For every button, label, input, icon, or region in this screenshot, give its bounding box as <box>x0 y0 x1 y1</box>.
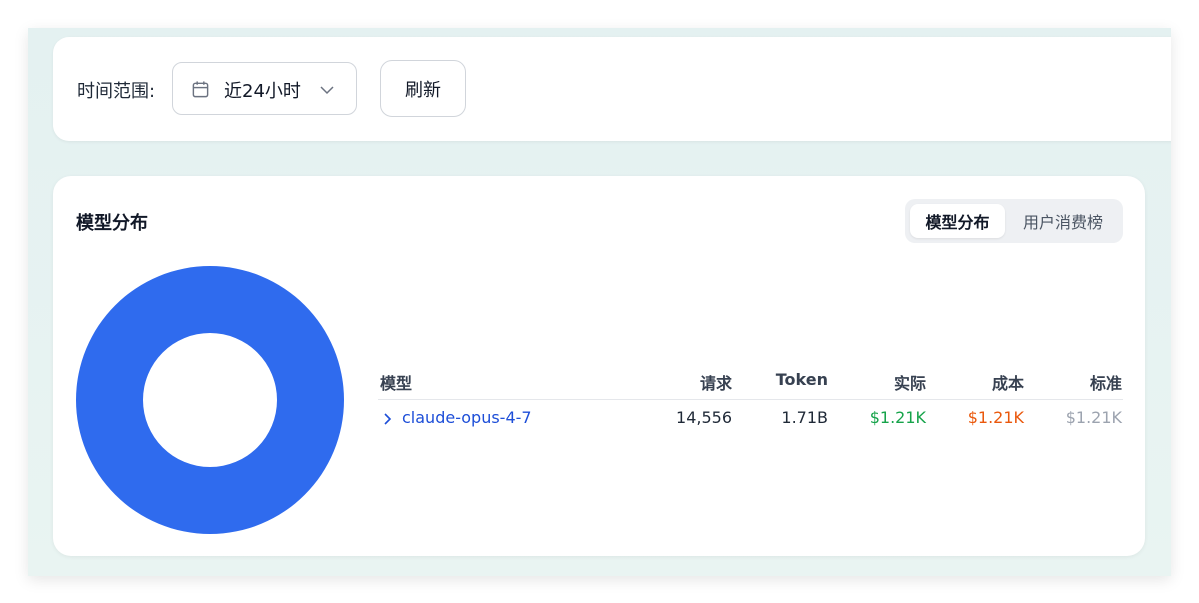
cell-standard: $1.21K <box>1065 408 1122 427</box>
chevron-down-icon <box>320 86 334 95</box>
panel-title: 模型分布 <box>76 213 148 234</box>
header-cost: 成本 <box>991 374 1024 393</box>
tab-model-distribution[interactable]: 模型分布 <box>910 204 1005 238</box>
header-standard: 标准 <box>1089 374 1122 393</box>
view-switcher: 模型分布 用户消费榜 <box>905 199 1123 243</box>
cell-requests: 14,556 <box>676 408 732 427</box>
model-table: 模型 请求 Token 实际 成本 标准 claude-opus-4-7 14,… <box>378 362 1123 438</box>
cell-actual: $1.21K <box>869 408 926 427</box>
model-name-link[interactable]: claude-opus-4-7 <box>402 408 532 427</box>
time-range-label: 时间范围: <box>77 81 156 102</box>
app-background: 时间范围: 近24小时 刷新 模型分布 模型分布 用户消费榜 模型 请求 Tok… <box>28 28 1171 576</box>
header-actual: 实际 <box>893 374 926 393</box>
model-donut-chart <box>76 266 344 534</box>
table-row[interactable]: claude-opus-4-7 14,556 1.71B $1.21K $1.2… <box>378 400 1123 438</box>
time-range-value: 近24小时 <box>224 81 301 102</box>
header-token: Token <box>775 370 828 389</box>
header-model: 模型 <box>380 374 413 393</box>
refresh-button[interactable]: 刷新 <box>380 60 466 117</box>
cell-token: 1.71B <box>781 408 828 427</box>
chevron-right-icon[interactable] <box>382 412 394 426</box>
model-distribution-panel: 模型分布 模型分布 用户消费榜 模型 请求 Token 实际 成本 标准 cla… <box>53 176 1145 556</box>
tab-user-spending[interactable]: 用户消费榜 <box>1009 204 1117 238</box>
cell-cost: $1.21K <box>967 408 1024 427</box>
donut-slice-claude-opus-4-7[interactable] <box>76 266 344 534</box>
header-requests: 请求 <box>699 374 732 393</box>
table-header: 模型 请求 Token 实际 成本 标准 <box>378 362 1123 400</box>
time-range-select[interactable]: 近24小时 <box>172 62 357 115</box>
calendar-icon <box>192 81 209 98</box>
filter-bar: 时间范围: 近24小时 刷新 <box>53 37 1171 141</box>
